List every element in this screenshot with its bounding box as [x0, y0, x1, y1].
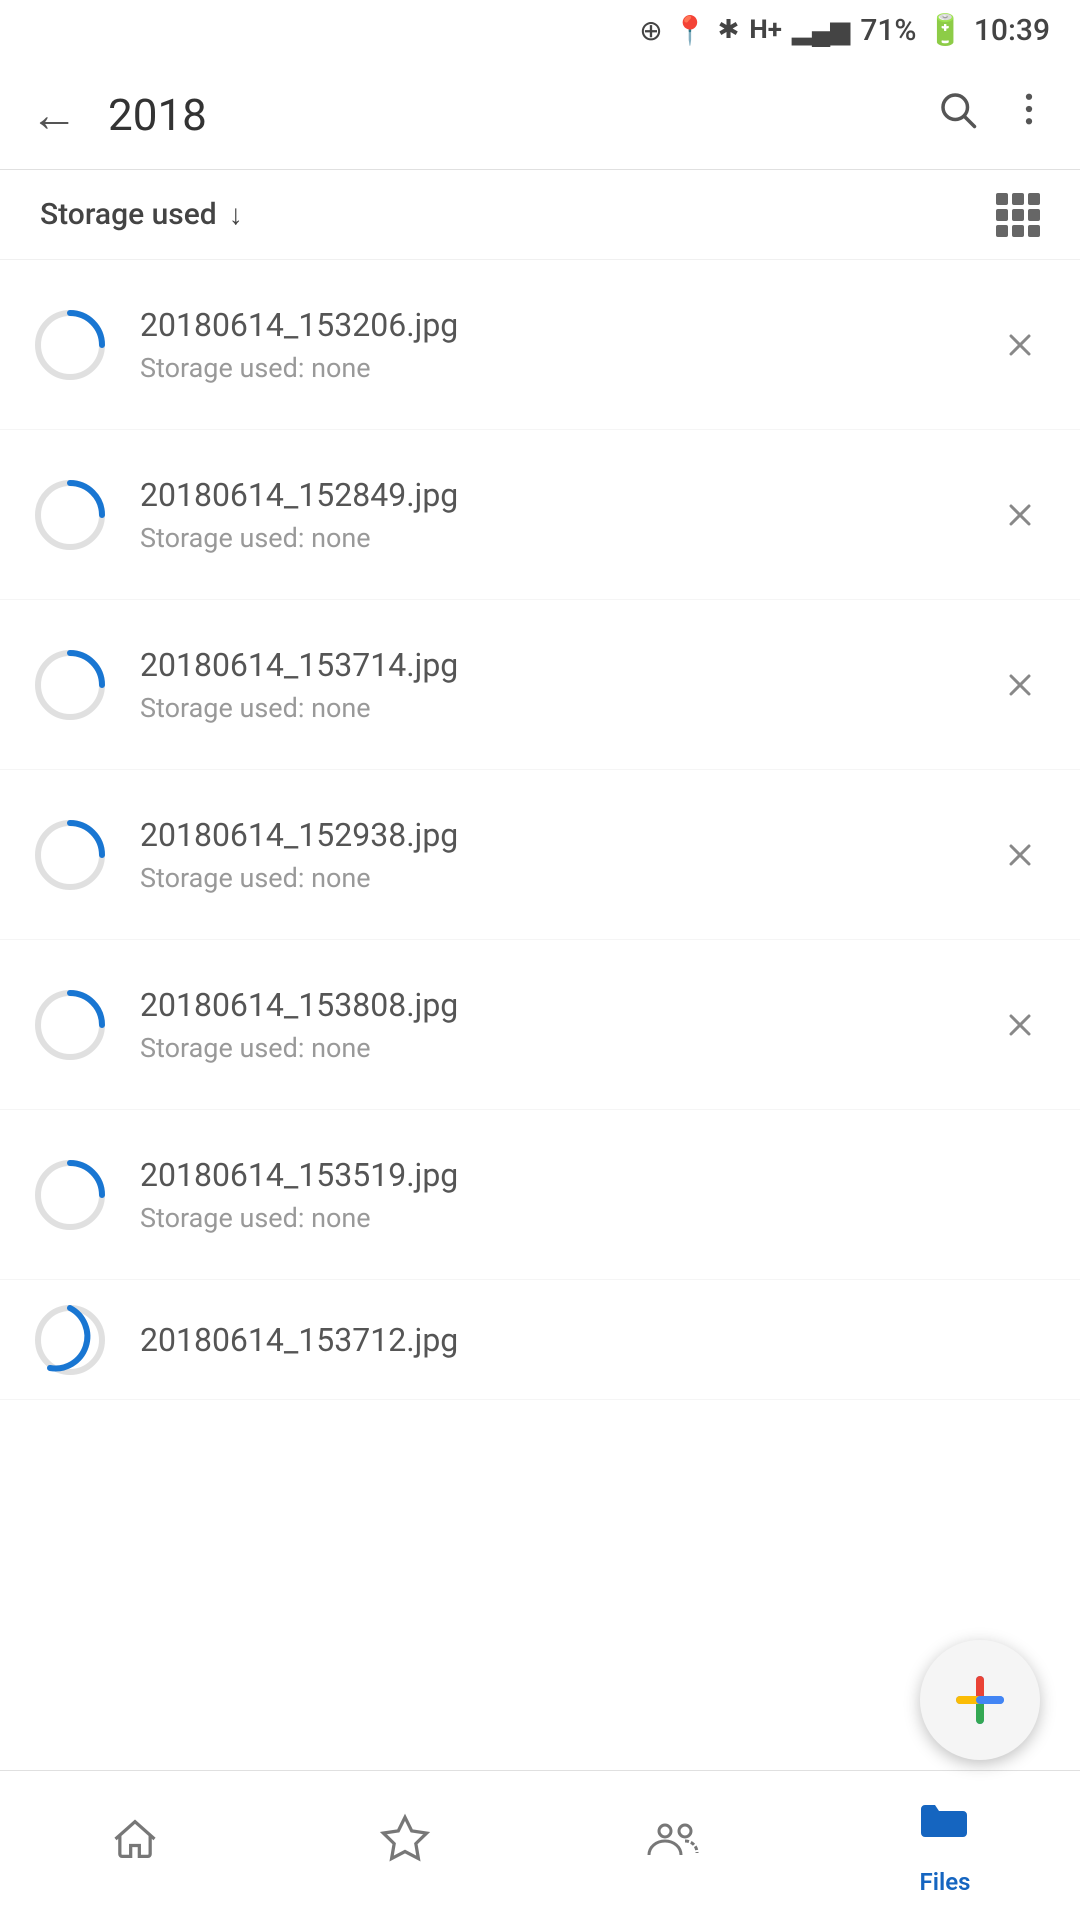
status-bar: ⊕ 📍 ✱ H+ ▂▄▆ 71% 🔋 10:39	[0, 0, 1080, 60]
status-icons: ⊕ 📍 ✱ H+ ▂▄▆ 71% 🔋 10:39	[639, 13, 1050, 48]
loading-spinner	[30, 1155, 110, 1235]
grid-view-button[interactable]	[996, 193, 1040, 237]
app-bar: ← 2018	[0, 60, 1080, 170]
loading-spinner	[30, 985, 110, 1065]
loading-spinner	[30, 305, 110, 385]
file-name: 20180614_153206.jpg	[140, 306, 960, 344]
sort-label[interactable]: Storage used ↓	[40, 197, 243, 232]
folder-icon	[917, 1795, 973, 1860]
file-meta: Storage used: none	[140, 522, 960, 554]
battery-percent: 71%	[860, 13, 916, 48]
file-name: 20180614_153712.jpg	[140, 1321, 1050, 1359]
list-item: 20180614_153712.jpg	[0, 1280, 1080, 1400]
list-item: 20180614_153519.jpg Storage used: none	[0, 1110, 1080, 1280]
bottom-nav: Files	[0, 1770, 1080, 1920]
remove-button[interactable]	[990, 825, 1050, 885]
list-item: 20180614_152938.jpg Storage used: none	[0, 770, 1080, 940]
clock: 10:39	[974, 13, 1050, 48]
file-name: 20180614_153808.jpg	[140, 986, 960, 1024]
app-bar-actions	[936, 88, 1050, 141]
remove-button[interactable]	[990, 655, 1050, 715]
sort-direction-icon: ↓	[229, 198, 243, 231]
back-button[interactable]: ←	[30, 86, 78, 143]
file-info: 20180614_152849.jpg Storage used: none	[140, 476, 960, 554]
circle-plus-icon: ⊕	[639, 14, 662, 47]
sort-label-text: Storage used	[40, 197, 217, 232]
nav-item-files[interactable]: Files	[810, 1795, 1080, 1896]
page-title: 2018	[108, 89, 906, 141]
network-icon: H+	[749, 15, 782, 45]
more-options-button[interactable]	[1008, 88, 1050, 141]
file-meta: Storage used: none	[140, 692, 960, 724]
star-icon	[379, 1813, 431, 1878]
nav-item-starred[interactable]	[270, 1813, 540, 1878]
nav-item-home[interactable]	[0, 1813, 270, 1878]
battery-icon: 🔋	[927, 13, 964, 48]
file-meta: Storage used: none	[140, 862, 960, 894]
sort-row: Storage used ↓	[0, 170, 1080, 260]
list-item: 20180614_152849.jpg Storage used: none	[0, 430, 1080, 600]
search-button[interactable]	[936, 88, 978, 141]
loading-spinner	[30, 1300, 110, 1380]
file-meta: Storage used: none	[140, 352, 960, 384]
loading-spinner	[30, 645, 110, 725]
fab-add-button[interactable]	[920, 1640, 1040, 1760]
file-list: 20180614_153206.jpg Storage used: none 2…	[0, 260, 1080, 1400]
loading-spinner	[30, 815, 110, 895]
nav-item-sharing[interactable]	[540, 1813, 810, 1878]
file-info: 20180614_153808.jpg Storage used: none	[140, 986, 960, 1064]
signal-bars-icon: ▂▄▆	[792, 15, 850, 46]
home-icon	[109, 1813, 161, 1878]
file-name: 20180614_153714.jpg	[140, 646, 960, 684]
nav-label-files: Files	[920, 1868, 971, 1896]
file-info: 20180614_153519.jpg Storage used: none	[140, 1156, 960, 1234]
list-item: 20180614_153714.jpg Storage used: none	[0, 600, 1080, 770]
list-item: 20180614_153206.jpg Storage used: none	[0, 260, 1080, 430]
file-info: 20180614_153714.jpg Storage used: none	[140, 646, 960, 724]
file-name: 20180614_153519.jpg	[140, 1156, 960, 1194]
list-item: 20180614_153808.jpg Storage used: none	[0, 940, 1080, 1110]
bluetooth-icon: ✱	[718, 15, 740, 45]
location-icon: 📍	[673, 14, 708, 47]
file-name: 20180614_152938.jpg	[140, 816, 960, 854]
remove-button[interactable]	[990, 485, 1050, 545]
file-meta: Storage used: none	[140, 1202, 960, 1234]
remove-button[interactable]	[990, 315, 1050, 375]
file-info: 20180614_153712.jpg	[140, 1321, 1050, 1359]
loading-spinner	[30, 475, 110, 555]
file-info: 20180614_152938.jpg Storage used: none	[140, 816, 960, 894]
file-info: 20180614_153206.jpg Storage used: none	[140, 306, 960, 384]
people-icon	[647, 1813, 703, 1878]
file-meta: Storage used: none	[140, 1032, 960, 1064]
remove-button[interactable]	[990, 995, 1050, 1055]
file-name: 20180614_152849.jpg	[140, 476, 960, 514]
